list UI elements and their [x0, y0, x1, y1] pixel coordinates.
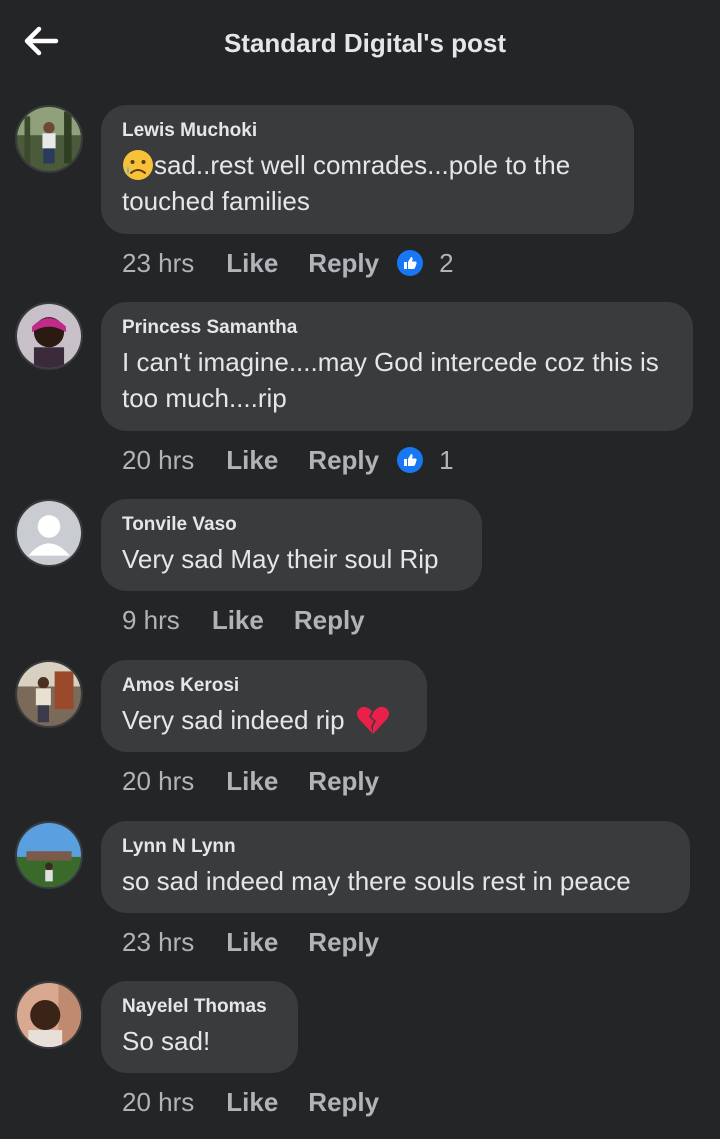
comment-bubble: Lynn N Lynn so sad indeed may there soul… — [101, 821, 690, 913]
comment-text: Very sad indeed rip — [122, 702, 405, 738]
comment-actions: 20 hrs Like Reply — [122, 1085, 409, 1119]
reply-button[interactable]: Reply — [308, 248, 379, 279]
avatar[interactable] — [15, 660, 83, 728]
comment-text: So sad! — [122, 1026, 211, 1056]
reply-button[interactable]: Reply — [308, 927, 379, 958]
page-title: Standard Digital's post — [223, 28, 507, 58]
comment-text-content: Very sad indeed rip — [122, 705, 345, 735]
comment-time[interactable]: 23 hrs — [122, 927, 194, 958]
broken-heart-emoji-icon — [356, 707, 389, 735]
sad-face-emoji-icon — [123, 150, 153, 181]
avatar[interactable] — [15, 302, 83, 370]
like-button[interactable]: Like — [226, 1087, 278, 1118]
comment-text: Very sad May their soul Rip — [122, 544, 439, 574]
comment-time[interactable]: 9 hrs — [122, 605, 180, 636]
like-button[interactable]: Like — [226, 445, 278, 476]
reaction-summary[interactable]: 2 — [397, 247, 454, 279]
comment-author[interactable]: Amos Kerosi — [122, 674, 405, 698]
comment-bubble: Lewis Muchoki sad..rest well comrades...… — [101, 105, 634, 234]
reply-button[interactable]: Reply — [308, 445, 379, 476]
comment-actions: 20 hrs Like Reply 1 — [122, 443, 454, 477]
comment-author[interactable]: Tonvile Vaso — [122, 513, 460, 537]
like-reaction-icon — [397, 447, 424, 473]
avatar[interactable] — [15, 821, 83, 889]
comment-author[interactable]: Princess Samantha — [122, 316, 671, 340]
comment-actions: 23 hrs Like Reply 2 — [122, 246, 454, 280]
avatar[interactable] — [15, 499, 83, 567]
comment-time[interactable]: 20 hrs — [122, 445, 194, 476]
avatar[interactable] — [15, 105, 83, 173]
reply-button[interactable]: Reply — [308, 1087, 379, 1118]
comment-actions: 23 hrs Like Reply — [122, 925, 409, 959]
comment-time[interactable]: 20 hrs — [122, 1087, 194, 1118]
comment-author[interactable]: Lewis Muchoki — [122, 119, 612, 143]
comment-bubble: Nayelel Thomas So sad! — [101, 981, 298, 1073]
comment-bubble: Princess Samantha I can't imagine....may… — [101, 302, 693, 431]
comment-time[interactable]: 20 hrs — [122, 766, 194, 797]
reply-button[interactable]: Reply — [294, 605, 365, 636]
comment-text-content: sad..rest well comrades...pole to the to… — [122, 150, 571, 216]
avatar[interactable] — [15, 981, 83, 1049]
comment-bubble: Tonvile Vaso Very sad May their soul Rip — [101, 499, 482, 591]
comment-time[interactable]: 23 hrs — [122, 248, 194, 279]
comment-actions: 20 hrs Like Reply — [122, 764, 409, 798]
reaction-summary[interactable]: 1 — [397, 444, 454, 476]
like-button[interactable]: Like — [226, 248, 278, 279]
reply-button[interactable]: Reply — [308, 766, 379, 797]
like-reaction-icon — [397, 250, 424, 276]
comment-text: I can't imagine....may God intercede coz… — [122, 347, 659, 413]
comment-actions: 9 hrs Like Reply — [122, 603, 395, 637]
comment-author[interactable]: Nayelel Thomas — [122, 995, 276, 1019]
comment-bubble: Amos Kerosi Very sad indeed rip — [101, 660, 427, 752]
comment-author[interactable]: Lynn N Lynn — [122, 835, 668, 859]
top-bar: Standard Digital's post — [0, 0, 720, 90]
reaction-count: 1 — [439, 444, 454, 475]
reaction-count: 2 — [439, 247, 454, 278]
like-button[interactable]: Like — [226, 766, 278, 797]
like-button[interactable]: Like — [226, 927, 278, 958]
comment-text: sad..rest well comrades...pole to the to… — [122, 147, 612, 219]
like-button[interactable]: Like — [212, 605, 264, 636]
comment-text: so sad indeed may there souls rest in pe… — [122, 866, 631, 896]
